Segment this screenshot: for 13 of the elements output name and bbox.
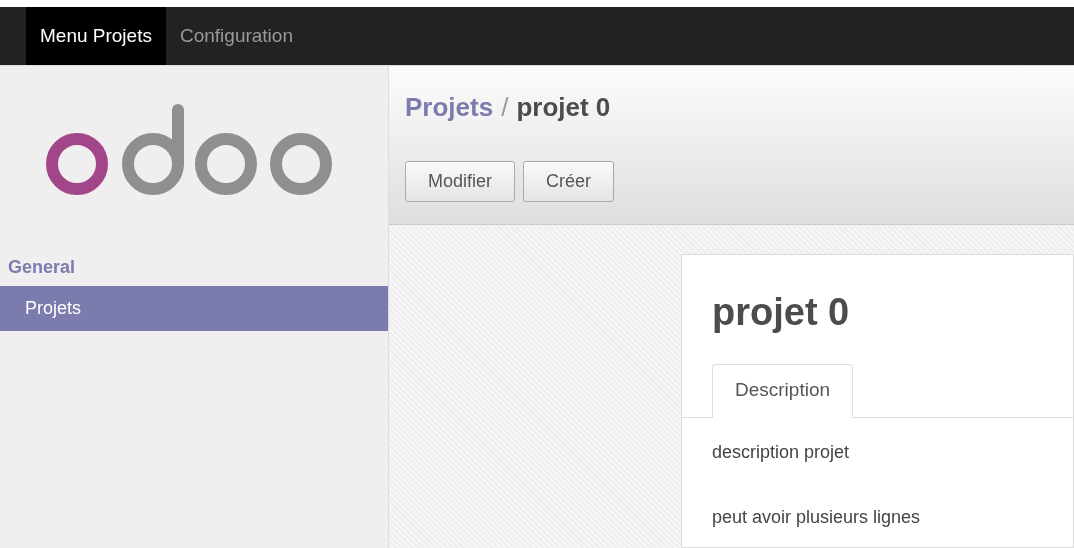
breadcrumb-separator: /: [501, 92, 509, 123]
description-text: peut avoir plusieurs lignes: [712, 507, 922, 528]
action-button[interactable]: Créer: [523, 161, 615, 202]
breadcrumb-current: projet 0: [516, 92, 611, 123]
section-heading: General: [8, 257, 77, 278]
menu-tab[interactable]: Configuration: [165, 7, 307, 65]
form-tab[interactable]: Description: [712, 364, 854, 418]
action-button[interactable]: Modifier: [405, 161, 516, 202]
menu-tab[interactable]: Menu Projets: [26, 7, 166, 65]
breadcrumb-link[interactable]: Projets: [405, 92, 494, 123]
sidebar-item[interactable]: Projets: [0, 286, 388, 331]
record-title: projet 0: [712, 291, 851, 334]
description-text: description projet: [712, 442, 851, 463]
